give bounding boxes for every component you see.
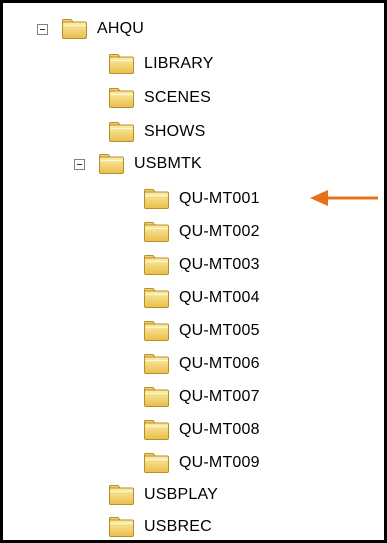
- tree-node-qu-mt008[interactable]: QU-MT008: [143, 414, 260, 446]
- minus-box-icon[interactable]: [37, 23, 48, 35]
- folder-icon: [143, 188, 170, 210]
- tree-node-qu-mt007[interactable]: QU-MT007: [143, 381, 260, 413]
- tree-node-label: AHQU: [97, 20, 145, 37]
- tree-node-usbplay[interactable]: USBPLAY: [108, 479, 218, 511]
- folder-icon: [143, 386, 170, 408]
- tree-node-scenes[interactable]: SCENES: [108, 82, 211, 114]
- folder-icon: [108, 484, 135, 506]
- arrow-left-icon: [310, 190, 378, 206]
- folder-icon: [108, 121, 135, 143]
- tree-node-shows[interactable]: SHOWS: [108, 116, 205, 148]
- tree-node-qu-mt005[interactable]: QU-MT005: [143, 315, 260, 347]
- folder-icon: [143, 221, 170, 243]
- tree-node-label: USBPLAY: [144, 486, 219, 503]
- tree-node-library[interactable]: LIBRARY: [108, 48, 214, 80]
- tree-node-label: QU-MT001: [179, 190, 260, 207]
- folder-icon: [61, 18, 88, 40]
- folder-icon: [143, 452, 170, 474]
- tree-node-label: SCENES: [144, 89, 211, 106]
- folder-icon: [143, 353, 170, 375]
- folder-icon: [143, 320, 170, 342]
- folder-icon: [143, 419, 170, 441]
- tree-node-label: QU-MT004: [179, 289, 260, 306]
- folder-icon: [143, 287, 170, 309]
- tree-node-label: QU-MT007: [179, 388, 260, 405]
- tree-node-usbrec[interactable]: USBREC: [108, 511, 212, 543]
- folder-icon: [143, 254, 170, 276]
- tree-node-label: QU-MT009: [179, 454, 260, 471]
- tree-node-label: QU-MT006: [179, 355, 260, 372]
- folder-tree: AHQU LIBRARY SCENES SHOWS USBMTK QU-MT00…: [3, 3, 384, 540]
- folder-icon: [108, 87, 135, 109]
- tree-node-label: SHOWS: [144, 123, 206, 140]
- folder-icon: [98, 153, 125, 175]
- tree-node-label: QU-MT002: [179, 223, 260, 240]
- tree-node-label: QU-MT003: [179, 256, 260, 273]
- tree-node-qu-mt003[interactable]: QU-MT003: [143, 249, 260, 281]
- tree-node-qu-mt004[interactable]: QU-MT004: [143, 282, 260, 314]
- tree-node-qu-mt002[interactable]: QU-MT002: [143, 216, 260, 248]
- folder-tree-panel: AHQU LIBRARY SCENES SHOWS USBMTK QU-MT00…: [0, 0, 387, 543]
- tree-node-label: USBMTK: [134, 155, 202, 172]
- tree-node-usbmtk[interactable]: USBMTK: [74, 148, 202, 180]
- tree-node-label: LIBRARY: [144, 55, 214, 72]
- tree-node-qu-mt009[interactable]: QU-MT009: [143, 447, 260, 479]
- tree-node-ahqu[interactable]: AHQU: [37, 13, 144, 45]
- tree-node-label: QU-MT005: [179, 322, 260, 339]
- tree-node-qu-mt001[interactable]: QU-MT001: [143, 183, 260, 215]
- tree-node-qu-mt006[interactable]: QU-MT006: [143, 348, 260, 380]
- tree-node-label: QU-MT008: [179, 421, 260, 438]
- minus-box-icon[interactable]: [74, 158, 85, 170]
- tree-node-label: USBREC: [144, 518, 212, 535]
- folder-icon: [108, 53, 135, 75]
- folder-icon: [108, 516, 135, 538]
